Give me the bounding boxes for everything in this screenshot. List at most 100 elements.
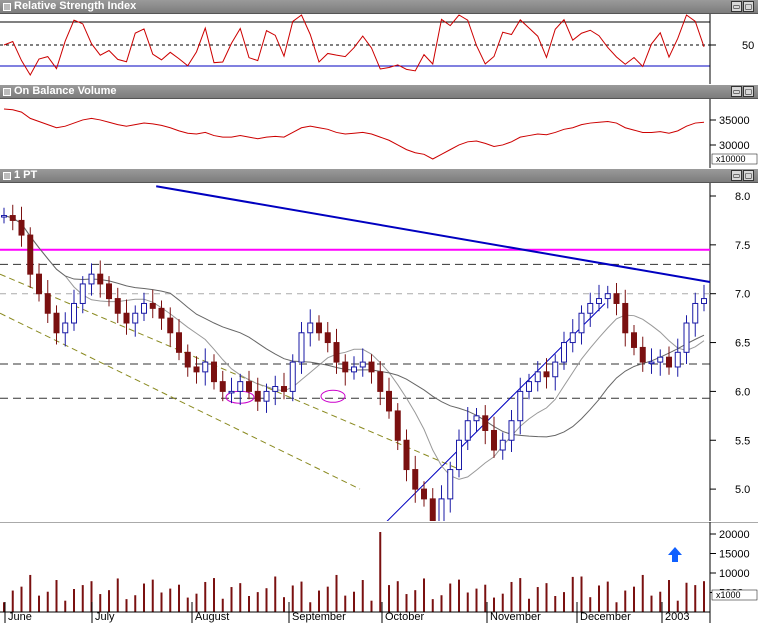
month-label: June [8, 611, 32, 623]
candle-body [18, 219, 25, 236]
candle-body [272, 386, 279, 392]
price-title: 1 PT [14, 169, 38, 181]
downtrend-line [156, 185, 711, 283]
candle-body [1, 215, 7, 218]
moving-average-long [3, 215, 705, 438]
candle-body [543, 371, 550, 378]
month-label: 2003 [665, 611, 689, 623]
rsi-panel: Relative Strength Index ▭ ▢ 50 [0, 0, 758, 84]
candle-body [368, 361, 375, 373]
candle-body [517, 390, 524, 422]
candle-body [683, 322, 690, 353]
candle-body [228, 390, 235, 394]
minimize-icon[interactable]: ▭ [731, 86, 742, 97]
maximize-icon[interactable]: ▢ [743, 1, 754, 12]
candle-body [534, 371, 541, 383]
candle-body [324, 332, 331, 344]
candle-body [36, 273, 42, 295]
month-label: December [580, 611, 631, 623]
obv-plot: 35000 30000 x10000 [3, 99, 758, 168]
minimize-icon[interactable]: ▭ [731, 170, 742, 181]
candle-body [193, 366, 200, 373]
candle-body [456, 439, 462, 471]
pin-icon [3, 3, 11, 11]
candle-body [351, 366, 357, 373]
rsi-plot: 50 [0, 14, 754, 84]
obv-tick-35000: 35000 [719, 115, 750, 127]
candle-body [692, 302, 699, 324]
candle-body [674, 351, 681, 368]
price-titlebar[interactable]: 1 PT ▭ ▢ [0, 169, 758, 183]
candle-body [552, 361, 559, 378]
candle-body [106, 283, 112, 300]
candle-body [79, 283, 86, 304]
candle-body [219, 381, 226, 392]
candle-body [587, 302, 594, 314]
rsi-title: Relative Strength Index [14, 0, 137, 12]
price-panel: 1 PT ▭ ▢ 8.07.57.06.56.05.55.04.5 [0, 169, 758, 521]
month-label: July [95, 611, 115, 623]
volume-multiplier: x1000 [716, 590, 741, 600]
candle-body [114, 298, 121, 314]
candle-body [88, 273, 95, 285]
candle-body [184, 351, 191, 368]
rsi-titlebar[interactable]: Relative Strength Index ▭ ▢ [0, 0, 758, 14]
candle-body [596, 298, 602, 304]
volume-panel: 2000015000100005000 x1000 JuneJulyAugust… [0, 522, 758, 623]
candle-body [377, 371, 384, 392]
month-label: August [195, 611, 229, 623]
minimize-icon[interactable]: ▭ [731, 1, 742, 12]
volume-plot: 2000015000100005000 x1000 JuneJulyAugust… [0, 522, 758, 623]
candle-body [307, 322, 314, 334]
candle-body [263, 390, 270, 402]
price-plot: 8.07.57.06.56.05.55.04.5 [0, 183, 750, 521]
month-label: September [292, 611, 346, 623]
candle-body [342, 361, 349, 373]
obv-titlebar[interactable]: On Balance Volume ▭ ▢ [0, 85, 758, 99]
candle-body [254, 390, 261, 402]
candle-body [657, 356, 664, 363]
candle-body [386, 390, 392, 412]
price-tick-label: 5.5 [735, 435, 750, 447]
candle-body [281, 386, 287, 392]
maximize-icon[interactable]: ▢ [743, 86, 754, 97]
candle-body [569, 332, 576, 344]
obv-title: On Balance Volume [14, 85, 117, 97]
candle-body [508, 420, 515, 441]
obv-tick-30000: 30000 [719, 140, 750, 152]
maximize-icon[interactable]: ▢ [743, 170, 754, 181]
volume-tick-label: 15000 [719, 549, 750, 561]
candle-body [499, 439, 506, 451]
candle-body [639, 346, 646, 363]
candle-body [316, 322, 322, 334]
candle-body [429, 498, 436, 521]
candle-body [403, 439, 410, 471]
candle-body [71, 302, 77, 324]
volume-tick-label: 10000 [719, 568, 750, 580]
month-label: October [385, 611, 424, 623]
price-tick-label: 5.0 [735, 484, 750, 496]
highlight-ellipse [320, 389, 346, 403]
price-tick-label: 7.0 [735, 289, 750, 301]
pin-icon [3, 172, 11, 180]
channel-upper-line [0, 273, 461, 471]
moving-average-short [3, 215, 705, 480]
candle-body [622, 302, 629, 334]
candle-body [9, 215, 16, 221]
chart-window: Relative Strength Index ▭ ▢ 50 On Balanc… [0, 0, 758, 623]
candle-body [123, 312, 130, 324]
candle-body [62, 322, 69, 334]
price-tick-label: 7.5 [735, 240, 750, 252]
candle-body [97, 273, 104, 285]
candle-body [149, 302, 156, 309]
candle-body [648, 361, 655, 365]
obv-series-line [3, 108, 705, 160]
candle-body [176, 332, 182, 353]
price-tick-label: 6.5 [735, 338, 750, 350]
candle-body [491, 429, 497, 451]
candle-body [237, 381, 244, 392]
candle-body [167, 317, 174, 334]
candle-body [421, 488, 427, 500]
candle-body [666, 356, 672, 368]
rsi-tick-50: 50 [742, 40, 754, 52]
